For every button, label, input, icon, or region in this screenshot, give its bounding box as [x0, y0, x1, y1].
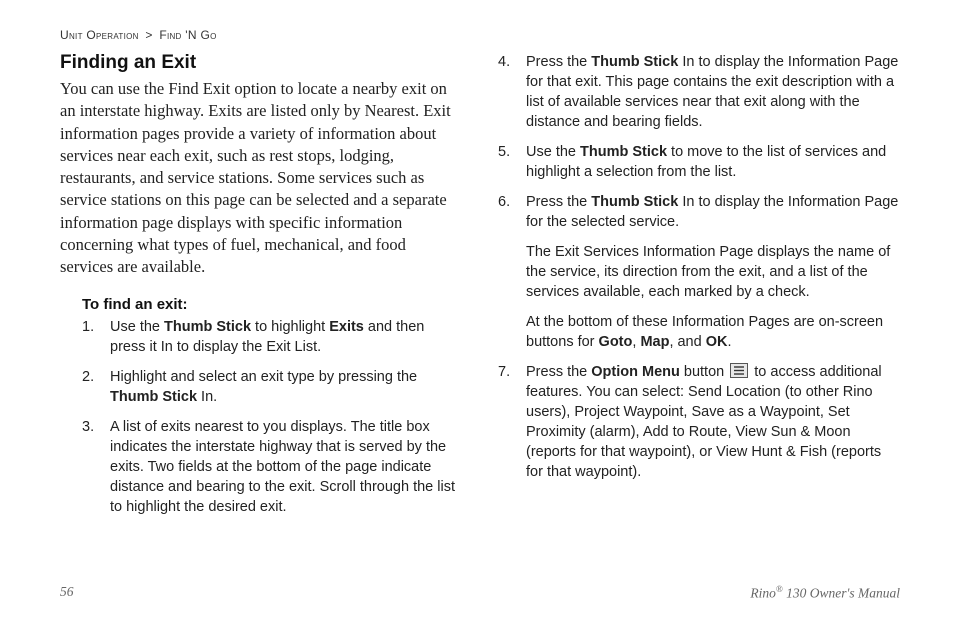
breadcrumb-sep: > [145, 28, 152, 42]
step-extra-paragraph: The Exit Services Information Page displ… [526, 242, 900, 302]
page-number: 56 [60, 584, 74, 602]
step-text: A list of exits nearest to you displays.… [110, 419, 455, 515]
content-columns: Finding an Exit You can use the Find Exi… [60, 52, 900, 562]
steps-list-left: Use the Thumb Stick to highlight Exits a… [82, 317, 462, 517]
page-heading: Finding an Exit [60, 52, 462, 74]
step-item: Use the Thumb Stick to move to the list … [498, 142, 900, 182]
step-text: Press the [526, 194, 591, 210]
step-bold: Exits [329, 319, 364, 335]
steps-list-right: Press the Thumb Stick In to display the … [498, 52, 900, 482]
step-item: Press the Thumb Stick In to display the … [498, 192, 900, 352]
step-text: button [680, 364, 728, 380]
breadcrumb: Unit Operation > Find 'N Go [60, 28, 900, 42]
option-menu-icon [730, 363, 748, 378]
step-bold: Map [640, 334, 669, 350]
step-text: , and [669, 334, 705, 350]
breadcrumb-subsection: Find 'N Go [159, 28, 216, 42]
step-text: . [727, 334, 731, 350]
step-item: Use the Thumb Stick to highlight Exits a… [82, 317, 462, 357]
manual-title: Rino® 130 Owner's Manual [750, 584, 900, 602]
step-bold: Thumb Stick [591, 54, 678, 70]
step-text: Press the [526, 364, 591, 380]
intro-paragraph: You can use the Find Exit option to loca… [60, 78, 462, 278]
step-text: Use the [526, 144, 580, 160]
model-suffix: 130 Owner's Manual [783, 585, 900, 600]
page-footer: 56 Rino® 130 Owner's Manual [0, 584, 954, 602]
step-bold: Thumb Stick [580, 144, 667, 160]
step-text: to highlight [251, 319, 329, 335]
brand-name: Rino [750, 585, 776, 600]
left-column: Finding an Exit You can use the Find Exi… [60, 52, 462, 562]
breadcrumb-section: Unit Operation [60, 28, 139, 42]
step-bold: Option Menu [591, 364, 680, 380]
step-bold: Thumb Stick [164, 319, 251, 335]
step-extra-paragraph: At the bottom of these Information Pages… [526, 312, 900, 352]
step-bold: Goto [599, 334, 633, 350]
step-text: In. [197, 389, 217, 405]
registered-mark: ® [776, 584, 783, 594]
step-bold: Thumb Stick [591, 194, 678, 210]
step-bold: Thumb Stick [110, 389, 197, 405]
steps-subhead: To find an exit: [82, 296, 462, 313]
step-item: Highlight and select an exit type by pre… [82, 367, 462, 407]
step-text: Press the [526, 54, 591, 70]
step-text: to access additional features. You can s… [526, 364, 882, 480]
step-bold: OK [706, 334, 728, 350]
step-item: Press the Thumb Stick In to display the … [498, 52, 900, 132]
step-text: Highlight and select an exit type by pre… [110, 369, 417, 385]
step-item: Press the Option Menu button to access a… [498, 362, 900, 482]
step-text: Use the [110, 319, 164, 335]
right-column: Press the Thumb Stick In to display the … [498, 52, 900, 562]
step-item: A list of exits nearest to you displays.… [82, 417, 462, 517]
